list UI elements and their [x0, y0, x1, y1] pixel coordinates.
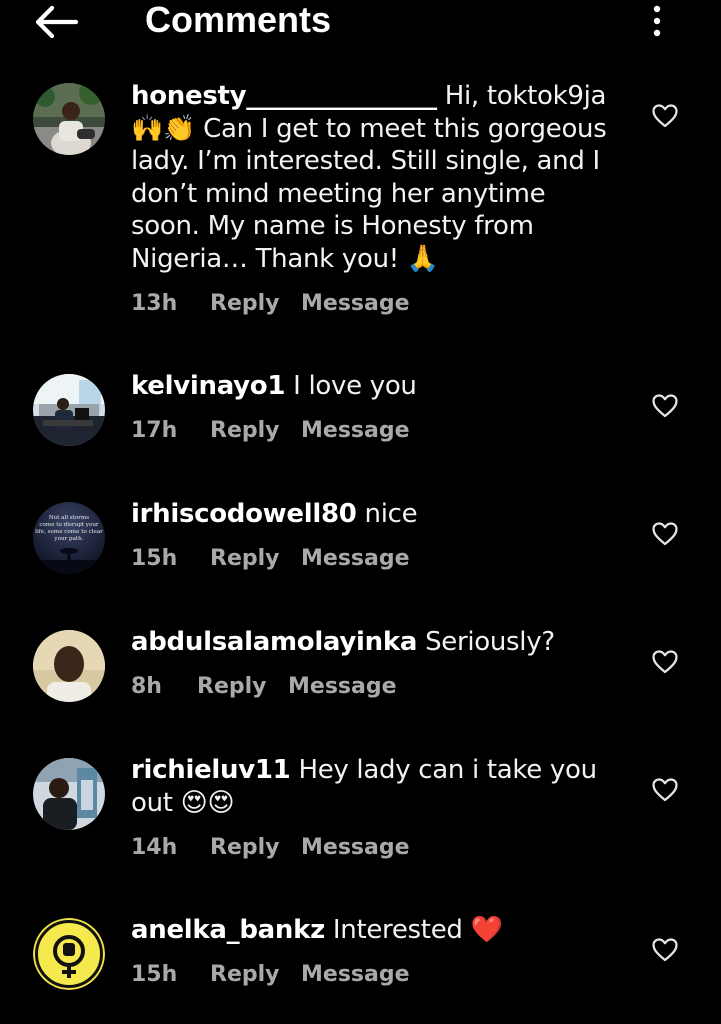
back-button[interactable]: [30, 2, 82, 42]
comment-username[interactable]: kelvinayo1: [131, 371, 285, 401]
avatar[interactable]: [33, 758, 105, 830]
avatar[interactable]: Not all storms come to disrupt your life…: [33, 502, 105, 574]
comment-timestamp: 15h: [131, 962, 178, 987]
comment-timestamp: 15h: [131, 546, 178, 571]
reply-button[interactable]: Reply: [210, 833, 280, 863]
comment-message-continued: Can I get to meet this gorgeous lady. I’…: [131, 113, 607, 274]
comment-text: richieluv11 Hey lady can i take you out …: [131, 754, 611, 819]
arrow-left-icon: [35, 5, 79, 39]
message-button[interactable]: Message: [301, 960, 410, 990]
comment-message: Interested: [332, 915, 463, 945]
reply-button[interactable]: Reply: [210, 544, 280, 574]
reply-button[interactable]: Reply: [210, 960, 280, 990]
comment-text: irhiscodowell80 nice: [131, 498, 611, 531]
more-options-button[interactable]: [640, 4, 674, 40]
comment-timestamp: 8h: [131, 674, 162, 699]
comment-message: Seriously?: [425, 627, 555, 657]
red-heart-emoji: ❤️: [470, 915, 503, 945]
message-button[interactable]: Message: [301, 833, 410, 863]
heart-icon[interactable]: [652, 104, 678, 128]
comment-timestamp: 14h: [131, 835, 178, 860]
comment-text: abdulsalamolayinka Seriously?: [131, 626, 611, 659]
heart-eyes-emoji: 😍: [180, 787, 208, 818]
avatar[interactable]: [33, 630, 105, 702]
heart-icon[interactable]: [652, 778, 678, 802]
clapping-hands-emoji: 👏: [163, 113, 196, 144]
avatar[interactable]: [33, 83, 105, 155]
avatar[interactable]: [33, 374, 105, 446]
comment-timestamp: 13h: [131, 291, 178, 316]
heart-icon[interactable]: [652, 394, 678, 418]
comment-text: honesty_______________ Hi, toktok9ja 🙌👏 …: [131, 80, 611, 275]
comment-username[interactable]: abdulsalamolayinka: [131, 627, 417, 657]
message-button[interactable]: Message: [301, 289, 410, 319]
svg-text:life, some come to clear: life, some come to clear: [35, 529, 103, 535]
heart-icon[interactable]: [652, 938, 678, 962]
comment-text: kelvinayo1 I love you: [131, 370, 611, 403]
message-button[interactable]: Message: [301, 544, 410, 574]
message-button[interactable]: Message: [288, 672, 397, 702]
svg-text:Not all storms: Not all storms: [49, 515, 89, 521]
more-vertical-icon: [653, 5, 661, 37]
heart-eyes-emoji: 😍: [207, 787, 235, 818]
comment-username[interactable]: honesty_______________: [131, 81, 437, 111]
top-bar: Comments: [0, 0, 721, 44]
reply-button[interactable]: Reply: [210, 289, 280, 319]
heart-icon[interactable]: [652, 522, 678, 546]
comment-message: nice: [364, 499, 418, 529]
page-title: Comments: [145, 0, 332, 40]
comment-text: anelka_bankz Interested ❤️: [131, 914, 611, 947]
reply-button[interactable]: Reply: [197, 672, 267, 702]
comment-username[interactable]: irhiscodowell80: [131, 499, 357, 529]
heart-icon[interactable]: [652, 650, 678, 674]
svg-text:your path.: your path.: [53, 536, 83, 542]
raising-hands-emoji: 🙌: [131, 113, 164, 144]
message-button[interactable]: Message: [301, 416, 410, 446]
comment-username[interactable]: anelka_bankz: [131, 915, 325, 945]
comment-username[interactable]: richieluv11: [131, 755, 291, 785]
comment-message: Hi, toktok9ja: [444, 81, 607, 111]
comment-timestamp: 17h: [131, 418, 178, 443]
svg-text:come to disrupt your: come to disrupt your: [39, 522, 99, 528]
comment-message: I love you: [293, 371, 417, 401]
reply-button[interactable]: Reply: [210, 416, 280, 446]
avatar[interactable]: [33, 918, 105, 990]
folded-hands-emoji: 🙏: [406, 243, 439, 274]
